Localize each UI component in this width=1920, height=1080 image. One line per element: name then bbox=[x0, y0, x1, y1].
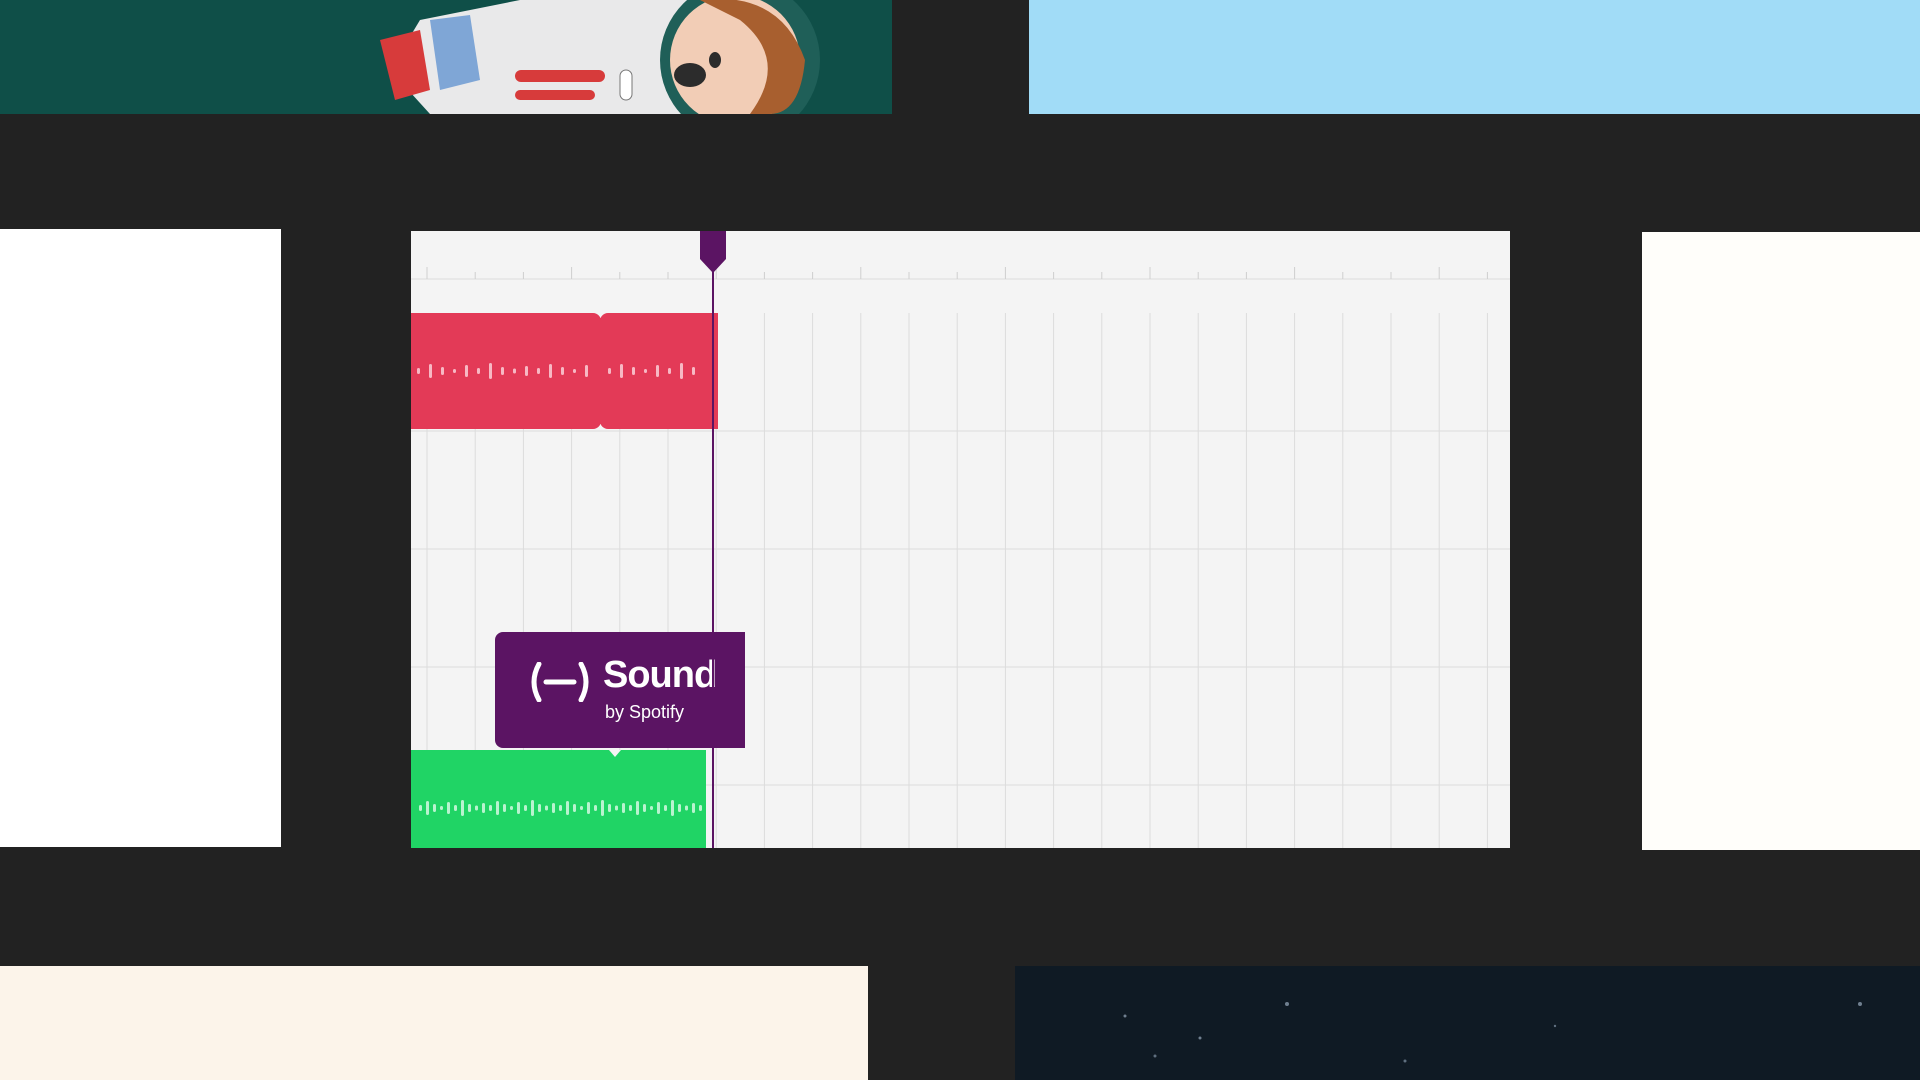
playhead[interactable] bbox=[698, 231, 728, 848]
time-ruler[interactable] bbox=[411, 231, 1510, 313]
astronaut-illustration bbox=[0, 0, 892, 114]
cream-tile bbox=[0, 966, 868, 1080]
waveform bbox=[419, 750, 702, 816]
audio-clip-red[interactable] bbox=[411, 313, 601, 429]
waveform bbox=[417, 363, 588, 379]
playhead-marker-icon[interactable] bbox=[700, 231, 726, 273]
blank-tile-left bbox=[0, 229, 281, 847]
sky-tile bbox=[1029, 0, 1920, 114]
bracket-dash-logo-icon bbox=[531, 662, 589, 702]
stars-illustration bbox=[1123, 1002, 1862, 1063]
blank-tile-right bbox=[1642, 232, 1920, 850]
audio-clip-green[interactable] bbox=[411, 750, 706, 848]
logo-byline: by Spotify bbox=[605, 702, 685, 722]
illustration-tile bbox=[0, 0, 892, 114]
night-sky-tile bbox=[1015, 966, 1920, 1080]
track-area[interactable]: Sound by Spotify bbox=[411, 313, 1510, 848]
timeline-editor[interactable]: Sound by Spotify bbox=[411, 231, 1510, 848]
